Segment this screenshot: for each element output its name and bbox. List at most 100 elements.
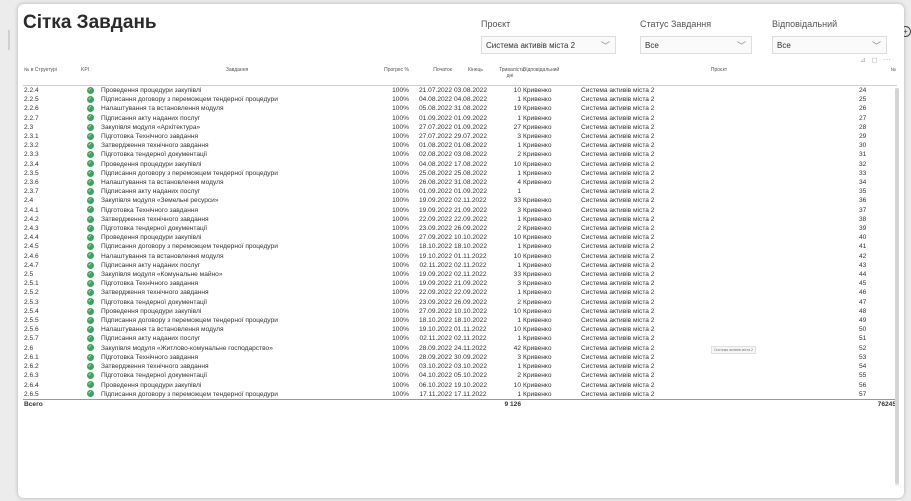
cell-start: 01.09.2022 (418, 188, 452, 196)
col-kpi[interactable]: KPI (80, 65, 100, 86)
table-row[interactable]: 2.6.3 ✓ Підготовка тендерної документації 1… (23, 371, 897, 380)
table-row[interactable]: 2.6.1 ✓ Підготовка Технічного завдання 100%… (23, 353, 897, 362)
table-row[interactable]: 2.2.4 ✓ Проведення процедури закупівлі 100%… (23, 86, 897, 96)
table-row[interactable]: 2.3.2 ✓ Затвердження технічного завдання 10… (23, 141, 897, 150)
cell-duration: 1 (517, 261, 521, 269)
cell-kpi: ✓ (80, 344, 100, 353)
cell-start: 27.07.2022 (418, 133, 452, 141)
filter-status-select[interactable]: Все ﹀ (640, 36, 752, 54)
cell-start: 02.08.2022 (418, 151, 452, 159)
cell-number: 50 (859, 326, 867, 334)
cell-project: Система активів міста 2 (581, 105, 655, 113)
table-row[interactable]: 2.4.6 ✓ Налаштування та встановлення модул… (23, 252, 897, 261)
cell-end: 24.11.2022 (454, 344, 487, 352)
cell-start: 23.09.2022 (418, 298, 452, 306)
col-number[interactable]: № (858, 65, 897, 86)
table-row[interactable]: 2.5.1 ✓ Підготовка Технічного завдання 100%… (23, 279, 897, 288)
table-row[interactable]: 2.5.3 ✓ Підготовка тендерної документації 1… (23, 298, 897, 307)
table-row[interactable]: 2.3.7 ✓ Підписання акту наданих послуг 100%… (23, 187, 897, 196)
cell-kpi: ✓ (80, 123, 100, 132)
filter-project-select[interactable]: Система активів міста 2 ﹀ (481, 36, 616, 54)
col-task[interactable]: Завдання (100, 65, 374, 86)
cell-structure-no: 2.6.1 (24, 353, 39, 361)
table-row[interactable]: 2.4.1 ✓ Підготовка Технічного завдання 100%… (23, 206, 897, 215)
cell-structure-no: 2.6.3 (24, 372, 39, 380)
table-row[interactable]: 2.4.3 ✓ Підготовка тендерної документації 1… (23, 224, 897, 233)
cell-kpi: ✓ (80, 371, 100, 380)
cell-structure-no: 2.3.7 (24, 188, 39, 196)
table-row[interactable]: 2.2.6 ✓ Налаштування та встановлення модул… (23, 104, 897, 113)
cell-tooltip: Система активів міста 2 (711, 346, 756, 354)
table-row[interactable]: 2.4.5 ✓ Підписання договору з переможцем т… (23, 242, 897, 251)
cell-progress: 100% (392, 234, 409, 242)
table-row[interactable]: 2.6.4 ✓ Проведення процедури закупівлі 100%… (23, 381, 897, 390)
table-row[interactable]: 2.6 ✓ Закупівля модуля «Житлово-комунальне… (23, 344, 897, 353)
table-row[interactable]: 2.4.4 ✓ Проведення процедури закупівлі 100%… (23, 233, 897, 242)
table-row[interactable]: 2.3.5 ✓ Підписання договору з переможцем т… (23, 169, 897, 178)
table-row[interactable]: 2.5.5 ✓ Підписання договору з переможцем т… (23, 316, 897, 325)
table-row[interactable]: 2.3.6 ✓ Налаштування та встановлення модул… (23, 178, 897, 187)
col-progress[interactable]: Прогрес % (374, 65, 410, 86)
cell-end: 17.11.2022 (454, 390, 487, 398)
table-row[interactable]: 2.5.4 ✓ Проведення процедури закупівлі 100%… (23, 307, 897, 316)
col-end[interactable]: Кінець (453, 65, 498, 86)
cell-project: Система активів міста 2 (581, 225, 655, 233)
filter-status-value: Все (645, 41, 659, 50)
filter-owner-select[interactable]: Все ﹀ (772, 36, 887, 54)
table-row[interactable]: 2.3.4 ✓ Проведення процедури закупівлі 100%… (23, 160, 897, 169)
cell-start: 18.10.2022 (418, 317, 452, 325)
cell-owner: Кривенко (523, 317, 552, 325)
cell-end: 18.10.2022 (454, 243, 488, 251)
cell-end: 01.11.2022 (454, 252, 487, 260)
cell-number: 35 (859, 188, 867, 196)
table-row[interactable]: 2.4.2 ✓ Затвердження технічного завдання 10… (23, 215, 897, 224)
cell-start: 04.08.2022 (418, 160, 452, 168)
cell-task: Закупівля модуля «Комунальне майно» (101, 271, 223, 279)
table-row[interactable]: 2.6.5 ✓ Підписання договору з переможцем т… (23, 390, 897, 400)
visual-header-icons[interactable]: ⊿ ◻ ⋯ (860, 56, 893, 64)
col-start[interactable]: Початок (410, 65, 453, 86)
col-project[interactable]: Проєкт (580, 65, 858, 86)
cell-number: 30 (859, 142, 867, 150)
cell-end: 25.08.2022 (454, 169, 488, 177)
table-row[interactable]: 2.3.1 ✓ Підготовка Технічного завдання 100%… (23, 132, 897, 141)
cell-owner: Кривенко (523, 261, 552, 269)
check-circle-icon: ✓ (86, 197, 94, 205)
cell-duration: 10 (513, 381, 521, 389)
table-scrollbar[interactable] (895, 88, 899, 486)
cell-structure-no: 2.6.2 (24, 363, 39, 371)
col-duration[interactable]: Тривалість, дні (498, 65, 526, 86)
table-row[interactable]: 2.6.2 ✓ Затвердження технічного завдання 10… (23, 362, 897, 371)
cell-progress: 100% (392, 252, 409, 260)
col-structure-no[interactable]: № в Структурі (23, 65, 80, 86)
table-row[interactable]: 2.3.3 ✓ Підготовка тендерної документації 1… (23, 150, 897, 159)
cell-progress: 100% (392, 289, 409, 297)
col-owner[interactable]: Відповідальний (522, 65, 580, 86)
cell-number: 54 (859, 363, 867, 371)
check-circle-icon: ✓ (86, 105, 94, 113)
table-row[interactable]: 2.5.6 ✓ Налаштування та встановлення модул… (23, 325, 897, 334)
scrollbar-thumb[interactable] (895, 88, 899, 484)
cell-project: Система активів міста 2 (581, 363, 655, 371)
cell-progress: 100% (392, 215, 409, 223)
cell-end: 18.10.2022 (454, 317, 488, 325)
table-row[interactable]: 2.5.2 ✓ Затвердження технічного завдання 10… (23, 288, 897, 297)
table-row[interactable]: 2.2.7 ✓ Підписання акту наданих послуг 100%… (23, 114, 897, 123)
table-row[interactable]: 2.5 ✓ Закупівля модуля «Комунальне майно» 1… (23, 270, 897, 279)
cell-owner: Кривенко (523, 105, 552, 113)
cell-kpi: ✓ (80, 252, 100, 261)
cell-kpi: ✓ (80, 169, 100, 178)
cell-duration: 3 (517, 280, 521, 288)
cell-structure-no: 2.6 (24, 344, 34, 352)
cell-end: 10.10.2022 (454, 234, 488, 242)
table-row[interactable]: 2.4.7 ✓ Підписання акту наданих послуг 100%… (23, 261, 897, 270)
cell-duration: 10 (513, 326, 521, 334)
table-row[interactable]: 2.4 ✓ Закупівля модуля «Земельні ресурси» 1… (23, 196, 897, 205)
table-row[interactable]: 2.5.7 ✓ Підписання акту наданих послуг 100%… (23, 334, 897, 343)
cell-end: 01.09.2022 (454, 123, 488, 131)
cell-number: 55 (859, 372, 867, 380)
table-row[interactable]: 2.3 ✓ Закупівля модуля «Архітектура» 100% 27… (23, 123, 897, 132)
table-row[interactable]: 2.2.5 ✓ Підписання договору з переможцем т… (23, 95, 897, 104)
cell-progress: 100% (392, 261, 409, 269)
check-circle-icon: ✓ (86, 280, 94, 288)
